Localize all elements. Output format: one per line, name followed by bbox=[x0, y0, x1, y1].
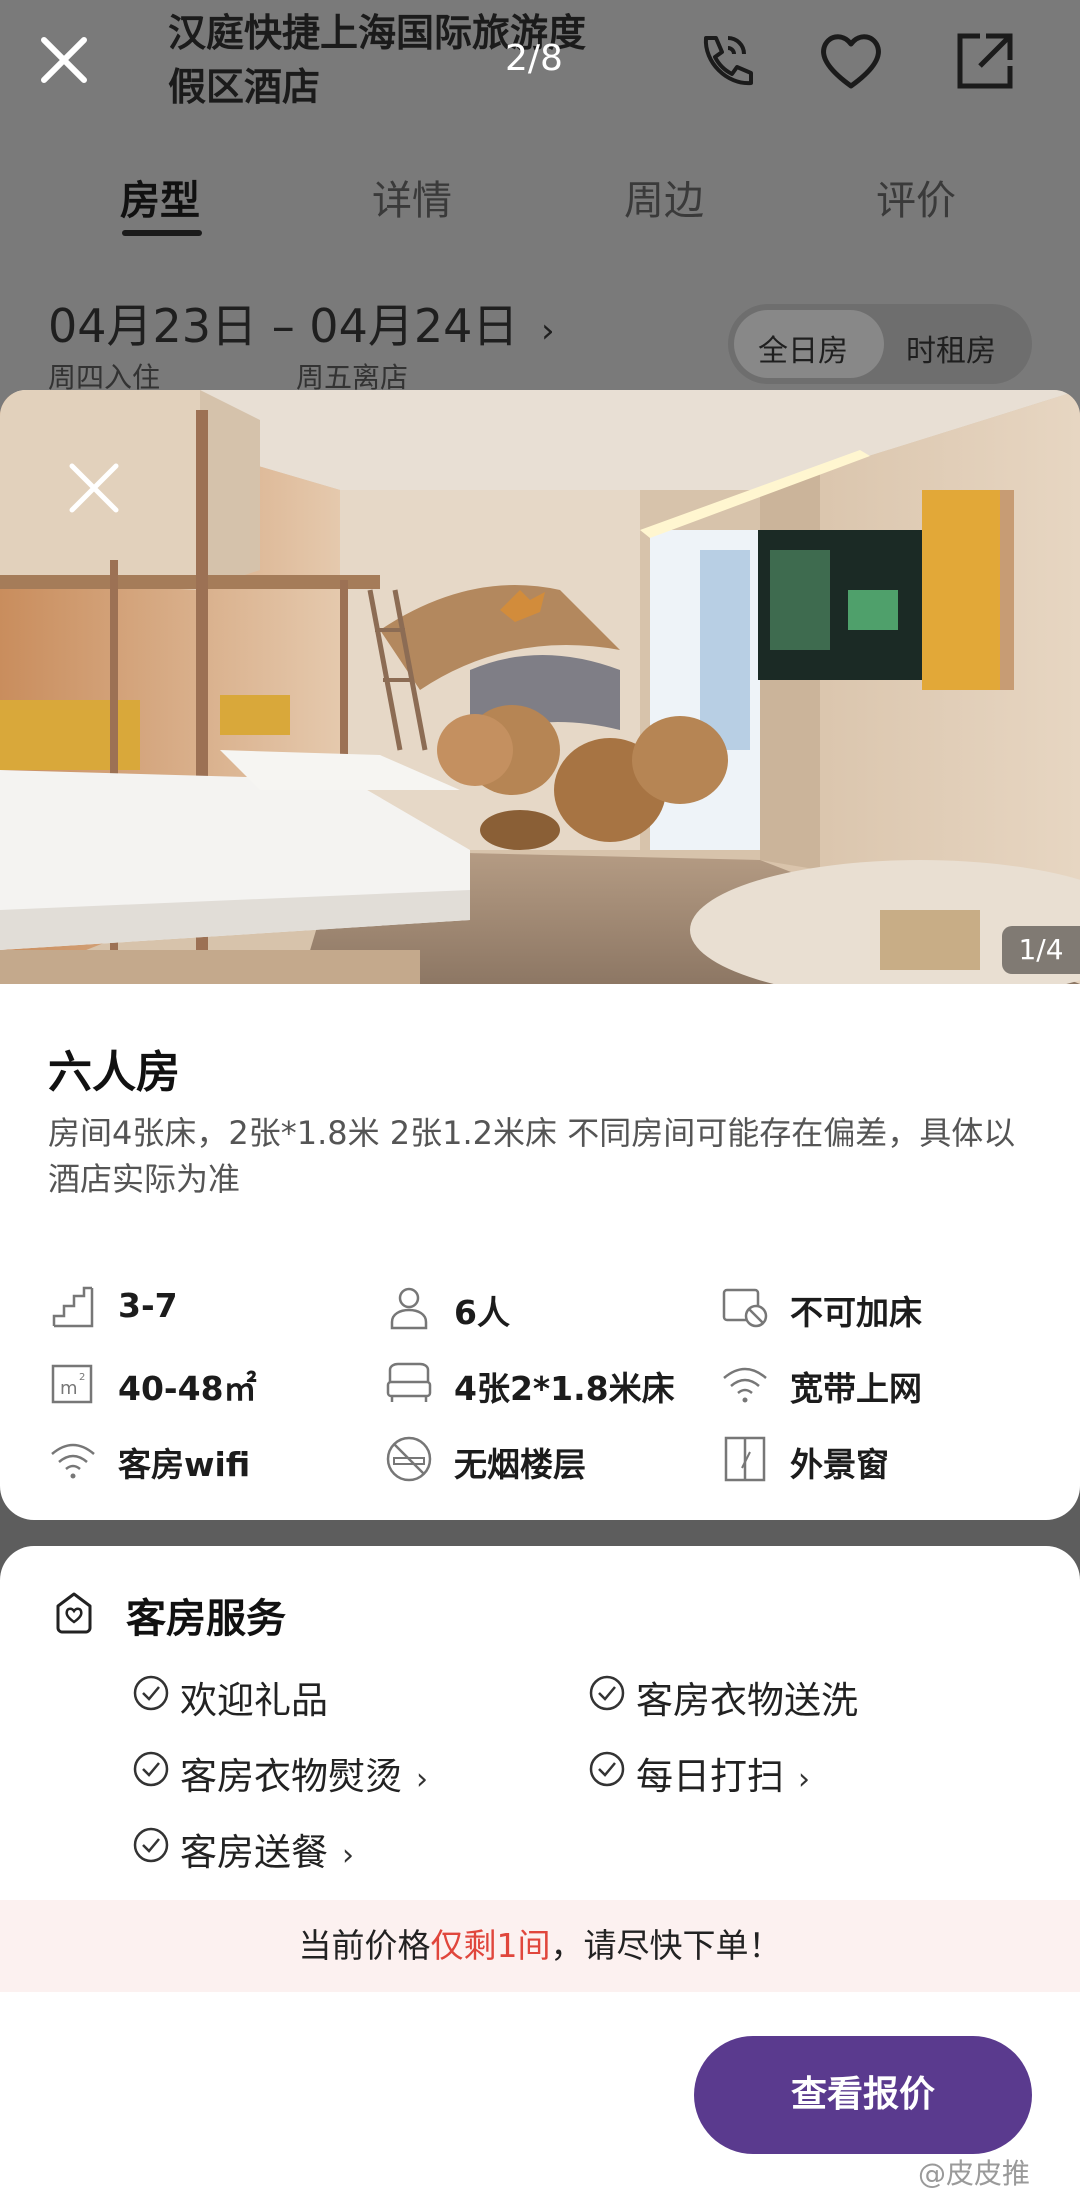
chevron-right-icon: › bbox=[416, 1762, 428, 1797]
date-range[interactable]: 04月23日 – 04月24日 › bbox=[48, 290, 555, 356]
check-circle-icon bbox=[133, 1751, 169, 1787]
photo-counter: 1/4 bbox=[1002, 926, 1080, 974]
close-icon[interactable] bbox=[32, 28, 96, 92]
room-photo-illustration bbox=[0, 390, 1080, 984]
room-info-card: 六人房 房间4张床，2张*1.8米 2张1.2米床 不同房间可能存在偏差，具体以… bbox=[0, 984, 1080, 1520]
watermark: @皮皮推 bbox=[918, 2157, 1031, 2190]
view-price-button[interactable]: 查看报价 bbox=[694, 2036, 1032, 2154]
room-name: 六人房 bbox=[48, 1047, 180, 1098]
window-icon bbox=[724, 1436, 766, 1482]
hotel-header: 汉庭快捷上海国际旅游度 假区酒店 2/8 bbox=[0, 0, 1080, 130]
option-hourly[interactable]: 时租房 bbox=[906, 326, 996, 370]
room-description: 房间4张床，2张*1.8米 2张1.2米床 不同房间可能存在偏差，具体以酒店实际… bbox=[48, 1114, 1016, 1198]
no-extra-bed-icon bbox=[722, 1288, 768, 1328]
active-tab-indicator bbox=[122, 230, 202, 236]
tab-nearby[interactable]: 周边 bbox=[624, 168, 704, 226]
share-icon[interactable] bbox=[950, 26, 1020, 96]
low-stock-banner: 当前价格仅剩1间，请尽快下单！ bbox=[0, 1900, 1080, 1992]
tab-details[interactable]: 详情 bbox=[372, 168, 452, 226]
chevron-right-icon: › bbox=[342, 1838, 354, 1873]
svg-text:2: 2 bbox=[79, 1372, 85, 1383]
tab-room-types[interactable]: 房型 bbox=[120, 168, 200, 226]
no-smoking-icon bbox=[386, 1436, 432, 1482]
area-icon: m2 bbox=[51, 1364, 93, 1404]
stock-highlight: 仅剩1间 bbox=[430, 1926, 551, 1965]
floor-icon bbox=[52, 1286, 94, 1328]
chevron-right-icon: › bbox=[798, 1762, 810, 1797]
person-icon bbox=[390, 1287, 428, 1330]
background-hotel-page: 汉庭快捷上海国际旅游度 假区酒店 2/8 房型 详情 周边 评价 04月23日 … bbox=[0, 0, 1080, 420]
svg-text:m: m bbox=[60, 1378, 78, 1399]
option-full-day[interactable]: 全日房 bbox=[758, 326, 848, 370]
booking-type-toggle: 全日房 时租房 bbox=[728, 304, 1032, 384]
close-photo-icon[interactable] bbox=[62, 456, 126, 520]
check-circle-icon bbox=[589, 1675, 625, 1711]
hotel-title: 汉庭快捷上海国际旅游度 假区酒店 bbox=[168, 11, 587, 109]
bed-icon bbox=[386, 1362, 432, 1402]
heart-icon[interactable] bbox=[816, 26, 886, 96]
wifi-icon bbox=[51, 1443, 95, 1479]
gallery-counter: 2/8 bbox=[505, 38, 563, 79]
check-circle-icon bbox=[133, 1675, 169, 1711]
chevron-right-icon: › bbox=[541, 311, 555, 351]
service-heart-icon bbox=[56, 1592, 92, 1634]
wifi-icon bbox=[723, 1367, 767, 1403]
services-title: 客房服务 bbox=[126, 1596, 286, 1642]
check-circle-icon bbox=[133, 1827, 169, 1863]
phone-icon[interactable] bbox=[686, 26, 756, 96]
tab-reviews[interactable]: 评价 bbox=[876, 168, 956, 226]
tab-bar: 房型 详情 周边 评价 bbox=[0, 160, 1080, 240]
check-circle-icon bbox=[589, 1751, 625, 1787]
room-photo[interactable]: 1/4 bbox=[0, 390, 1080, 984]
